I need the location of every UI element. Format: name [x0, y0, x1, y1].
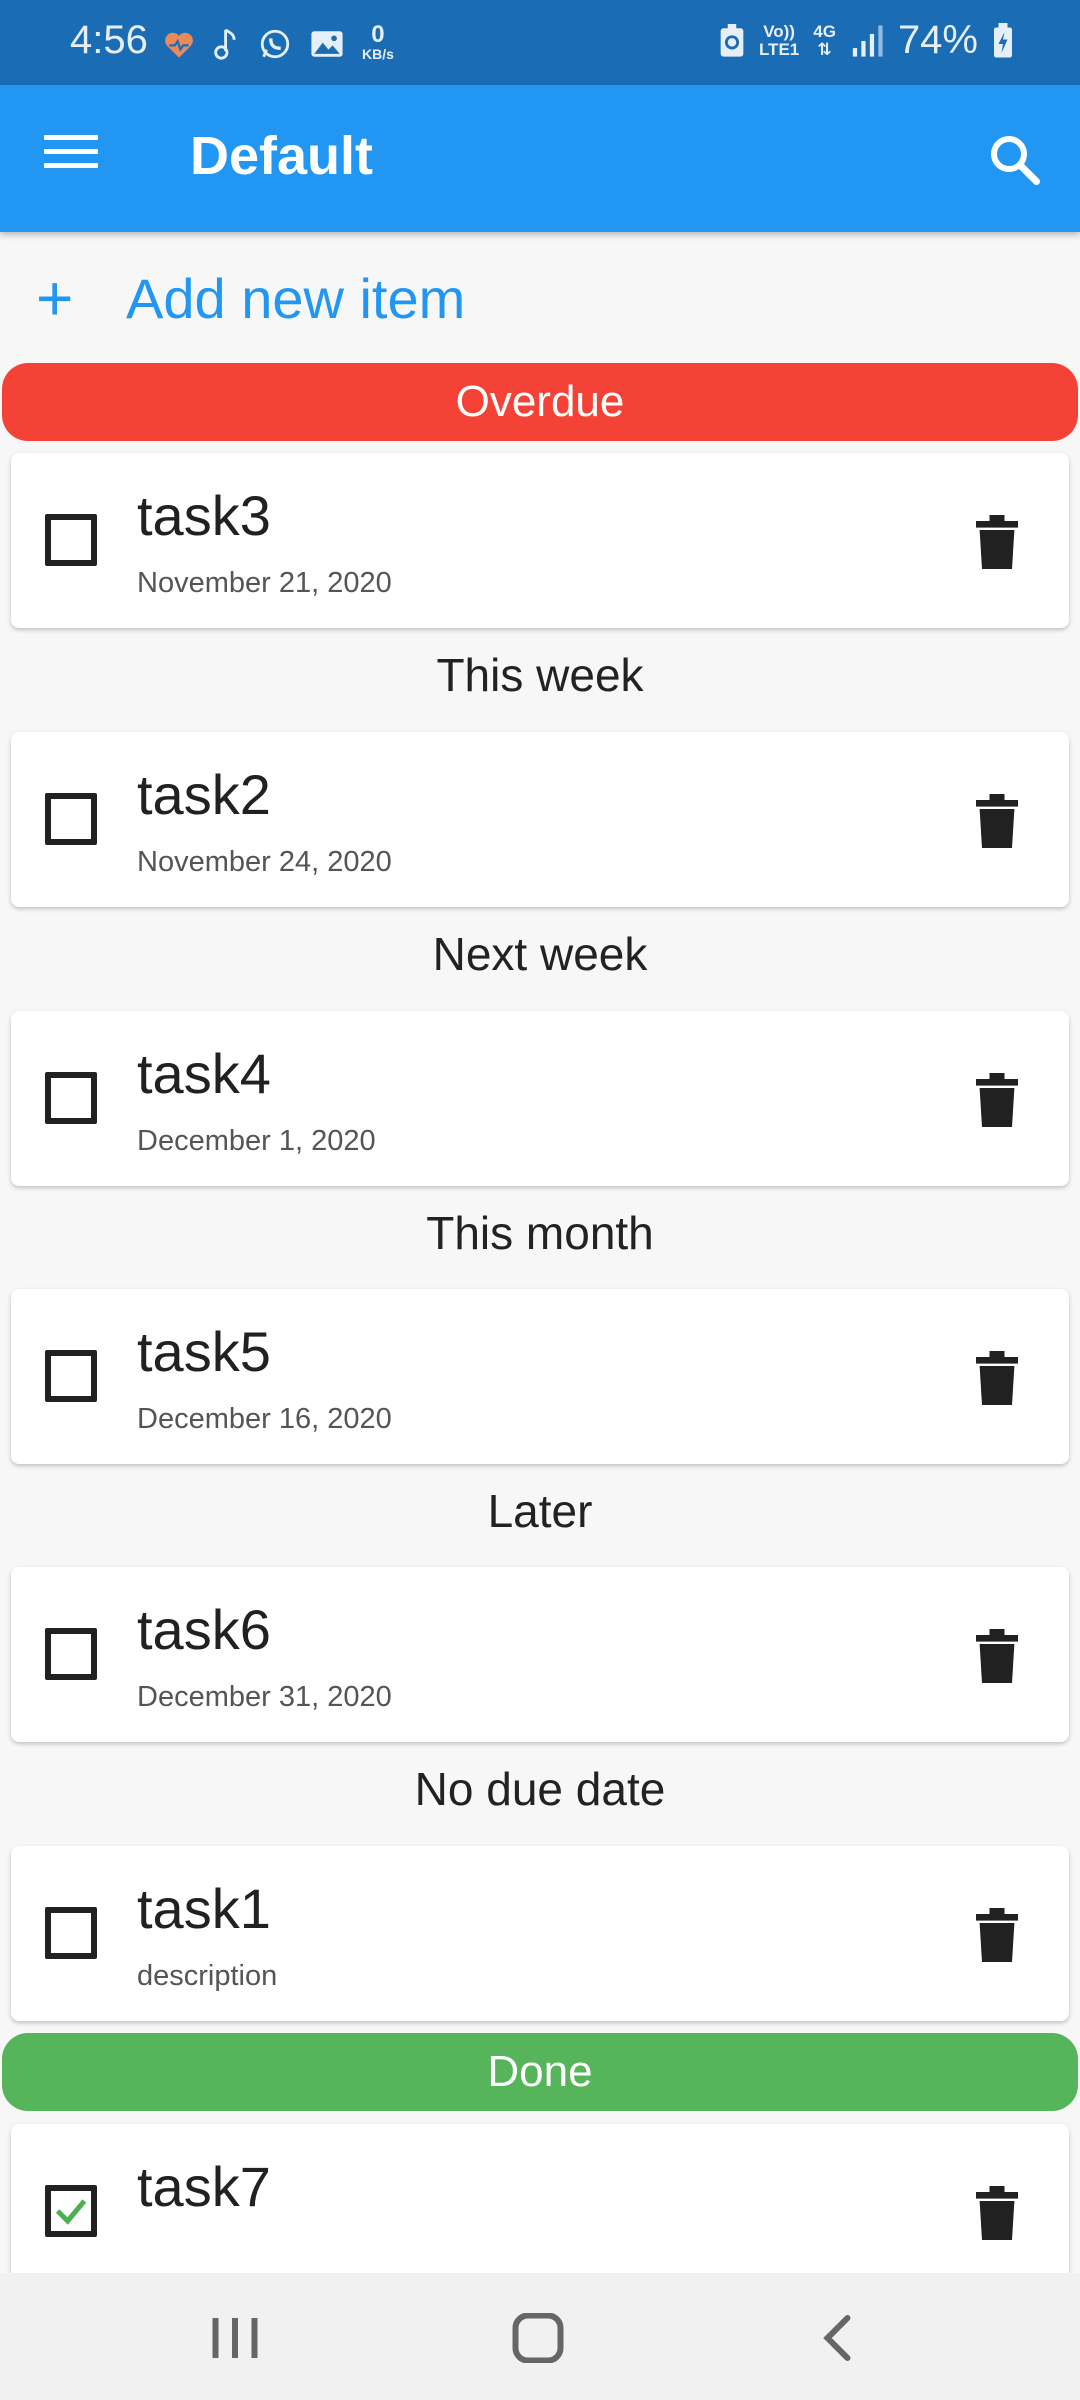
task-checkbox[interactable]: [45, 1072, 97, 1124]
delete-icon[interactable]: [975, 794, 1019, 848]
net-speed-value: 0: [371, 21, 385, 48]
network-label: 4G: [813, 21, 836, 41]
back-icon[interactable]: [810, 2313, 870, 2363]
section-done: Done: [2, 2033, 1078, 2111]
section-overdue: Overdue: [2, 363, 1078, 441]
task-checkbox[interactable]: [45, 514, 97, 566]
check-icon: [55, 2199, 87, 2225]
section-next-week: Next week: [432, 928, 648, 980]
task-name: task1: [137, 1877, 271, 1940]
status-time: 4:56: [70, 18, 148, 62]
task-name: task6: [137, 1598, 271, 1661]
task-name: task3: [137, 484, 271, 547]
section-this-month: This month: [426, 1207, 654, 1259]
page-title: Default: [190, 126, 374, 186]
section-no-due-date: No due date: [414, 1763, 666, 1815]
lte-label: LTE1: [758, 39, 800, 59]
task-due-date: December 31, 2020: [137, 1681, 392, 1713]
plus-icon: +: [36, 262, 74, 334]
section-this-week: This week: [436, 649, 644, 701]
battery-saver-icon: [720, 23, 744, 57]
task-card-task1[interactable]: task1 description: [11, 1846, 1069, 2021]
task-card-task7[interactable]: task7: [11, 2124, 1069, 2284]
data-arrows-icon: ⇅: [817, 39, 832, 59]
notification-icons: 0 KB/s: [162, 21, 394, 63]
add-new-item-label: Add new item: [126, 266, 466, 330]
task-checkbox[interactable]: [45, 793, 97, 845]
recents-icon[interactable]: [205, 2313, 265, 2363]
task-checkbox[interactable]: [45, 1628, 97, 1680]
net-speed-unit: KB/s: [362, 46, 394, 62]
net-speed: 0 KB/s: [362, 21, 394, 63]
delete-icon[interactable]: [975, 515, 1019, 569]
task-card-task6[interactable]: task6 December 31, 2020: [11, 1567, 1069, 1742]
menu-icon[interactable]: [44, 135, 98, 181]
task-checkbox[interactable]: [45, 1907, 97, 1959]
system-icons: Vo)) LTE1 4G ⇅ 74%: [719, 18, 1014, 63]
delete-icon[interactable]: [975, 1351, 1019, 1405]
delete-icon[interactable]: [975, 2186, 1019, 2240]
task-card-task2[interactable]: task2 November 24, 2020: [11, 732, 1069, 907]
network-type: 4G ⇅: [813, 21, 836, 59]
task-checkbox-checked[interactable]: [45, 2185, 97, 2237]
delete-icon[interactable]: [975, 1629, 1019, 1683]
gallery-icon: [311, 30, 343, 57]
app-bar: Default: [0, 85, 1080, 232]
volte-indicator: Vo)) LTE1: [758, 21, 800, 59]
music-icon: [214, 28, 236, 60]
health-icon: [165, 32, 193, 58]
status-bar: 4:56 0 KB/s Vo)) LTE1 4G ⇅ 74%: [0, 0, 1080, 85]
add-new-item-button[interactable]: + Add new item: [36, 258, 465, 338]
task-due-date: November 21, 2020: [137, 567, 392, 599]
task-name: task4: [137, 1042, 271, 1105]
task-due-date: November 24, 2020: [137, 846, 392, 878]
delete-icon[interactable]: [975, 1908, 1019, 1962]
task-due-date: December 16, 2020: [137, 1403, 392, 1435]
task-name: task5: [137, 1320, 271, 1383]
signal-icon: [852, 24, 883, 57]
task-checkbox[interactable]: [45, 1350, 97, 1402]
task-card-task4[interactable]: task4 December 1, 2020: [11, 1011, 1069, 1186]
home-icon[interactable]: [508, 2313, 568, 2363]
task-due-date: December 1, 2020: [137, 1125, 376, 1157]
battery-charging-icon: [994, 22, 1012, 57]
delete-icon[interactable]: [975, 1073, 1019, 1127]
task-name: task7: [137, 2155, 271, 2218]
whatsapp-icon: [260, 29, 290, 58]
section-later: Later: [487, 1485, 593, 1537]
task-card-task5[interactable]: task5 December 16, 2020: [11, 1289, 1069, 1464]
system-nav-bar: [0, 2273, 1080, 2400]
task-description: description: [137, 1960, 278, 1992]
battery-percent: 74%: [897, 18, 978, 62]
search-icon[interactable]: [984, 129, 1044, 189]
task-name: task2: [137, 763, 271, 826]
task-card-task3[interactable]: task3 November 21, 2020: [11, 453, 1069, 628]
volte-label: Vo)): [763, 21, 795, 41]
